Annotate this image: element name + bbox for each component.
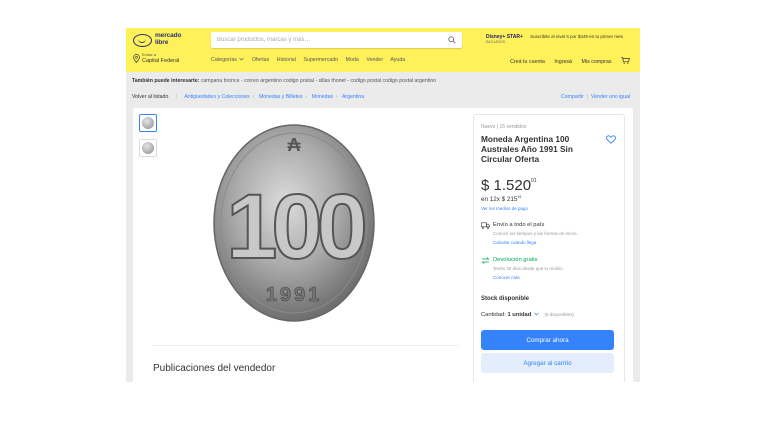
shipping-title: Envío a todo el país [493, 222, 545, 228]
thumbnail-2[interactable] [139, 139, 157, 157]
search-box [211, 32, 462, 48]
return-info: Devolución gratis Tenés 30 días desde qu… [481, 257, 621, 287]
chevron-down-icon [534, 312, 539, 316]
disney-promo[interactable]: Disney+ STAR+ Suscribite al nivel 6 por … [486, 34, 623, 44]
condition-sold: Nuevo | 15 vendidos [481, 124, 527, 130]
shipping-subtitle: Conocé los tiempos y las formas de envío… [493, 231, 578, 236]
my-purchases-link[interactable]: Mis compras [581, 59, 611, 65]
coin-year: 1991 [266, 284, 323, 306]
return-title: Devolución gratis [493, 257, 538, 263]
product-card: ₳ 100 1991 Publicaciones del vendedor Nu… [133, 108, 633, 382]
main-nav: Categorías Ofertas Historial Supermercad… [211, 57, 411, 63]
calculate-arrival-link[interactable]: Calcular cuándo llega [493, 240, 536, 245]
thumbnail-1[interactable] [139, 114, 157, 132]
coin-value: 100 [226, 176, 364, 278]
shipping-info: Envío a todo el país Conocé los tiempos … [481, 222, 621, 252]
location-label: Enviar a [142, 53, 156, 57]
breadcrumb-item[interactable]: Argentina [342, 94, 364, 100]
seller-publications-heading: Publicaciones del vendedor [153, 363, 276, 374]
nav-item-supermarket[interactable]: Supermercado [303, 57, 338, 63]
mercadolibre-logo[interactable]: mercado libre [133, 32, 189, 50]
handshake-icon [133, 34, 152, 47]
quantity-available: (5 disponibles) [544, 312, 574, 317]
share-actions: Compartir | Vender uno igual [560, 94, 630, 100]
location-pin-icon [133, 54, 140, 63]
chevron-right-icon: › [252, 94, 255, 100]
create-account-link[interactable]: Creá tu cuenta [510, 59, 545, 65]
price-cents: 01 [531, 178, 537, 184]
breadcrumb-item[interactable]: Antigüedades y Colecciones [184, 94, 249, 100]
nav-item-help[interactable]: Ayuda [390, 57, 405, 63]
logo-text-line1: mercado [155, 32, 182, 39]
related-searches-label: También puede interesarte: [132, 78, 200, 84]
quantity-value: 1 unidad [507, 312, 532, 318]
nav-item-categories[interactable]: Categorías [211, 57, 245, 63]
sell-same-link[interactable]: Vender uno igual [591, 94, 630, 100]
promo-text: Suscribite al nivel 6 por $449 en tu pri… [530, 34, 623, 39]
breadcrumb-item[interactable]: Monedas [312, 94, 333, 100]
login-link[interactable]: Ingresá [554, 59, 572, 65]
delivery-location[interactable]: Enviar a Capital Federal [133, 53, 203, 67]
product-image[interactable]: ₳ 100 1991 [213, 123, 375, 323]
stock-status: Stock disponible [481, 296, 530, 302]
share-link[interactable]: Compartir [561, 94, 584, 100]
svg-text:₳: ₳ [288, 135, 302, 155]
chevron-right-icon: › [336, 94, 338, 100]
learn-more-link[interactable]: Conocer más [493, 275, 520, 280]
logo-text-line2: libre [155, 39, 169, 46]
related-searches: También puede interesarte: campana bronc… [126, 72, 640, 92]
chevron-down-icon [239, 57, 245, 61]
truck-icon [481, 222, 490, 229]
product-title: Moneda Argentina 100 Australes Año 1991 … [481, 134, 573, 164]
buy-now-button[interactable]: Comprar ahora [481, 330, 614, 350]
search-input[interactable] [211, 32, 441, 48]
return-subtitle: Tenés 30 días desde que lo recibís. [493, 266, 564, 271]
installments: en 12x $ 21515 [481, 195, 522, 203]
nav-item-sell[interactable]: Vender [366, 57, 383, 63]
promo-sub: INCLUIDOS [486, 40, 506, 44]
chevron-right-icon: › [305, 94, 308, 100]
heart-icon[interactable] [606, 135, 616, 144]
breadcrumb-item[interactable]: Monedas y Billetes [259, 94, 303, 100]
location-value: Capital Federal [142, 58, 180, 64]
nav-item-history[interactable]: Historial [277, 57, 296, 63]
browser-viewport: mercado libre Disney+ STAR+ Suscribite a… [126, 28, 640, 382]
cart-icon[interactable] [621, 57, 630, 64]
back-to-list-link[interactable]: Volver al listado [132, 94, 168, 100]
account-nav: Creá tu cuenta Ingresá Mis compras [502, 57, 630, 65]
header: mercado libre Disney+ STAR+ Suscribite a… [126, 28, 640, 72]
quantity-label: Cantidad: [481, 312, 506, 318]
quantity-selector[interactable]: Cantidad: 1 unidad (5 disponibles) [481, 312, 574, 318]
return-arrow-icon [481, 257, 490, 264]
nav-item-fashion[interactable]: Moda [346, 57, 359, 63]
search-icon[interactable] [448, 36, 456, 44]
payment-methods-link[interactable]: Ver los medios de pago [481, 206, 528, 211]
related-searches-links[interactable]: campana bronce - correo argentino codigo… [201, 78, 436, 84]
add-to-cart-button[interactable]: Agregar al carrito [481, 353, 614, 373]
price: $ 1.52001 [481, 177, 537, 194]
nav-item-offers[interactable]: Ofertas [252, 57, 269, 63]
breadcrumb: Volver al listado | Antigüedades y Colec… [132, 94, 365, 100]
buy-box: Nuevo | 15 vendidos Moneda Argentina 100… [473, 114, 625, 382]
